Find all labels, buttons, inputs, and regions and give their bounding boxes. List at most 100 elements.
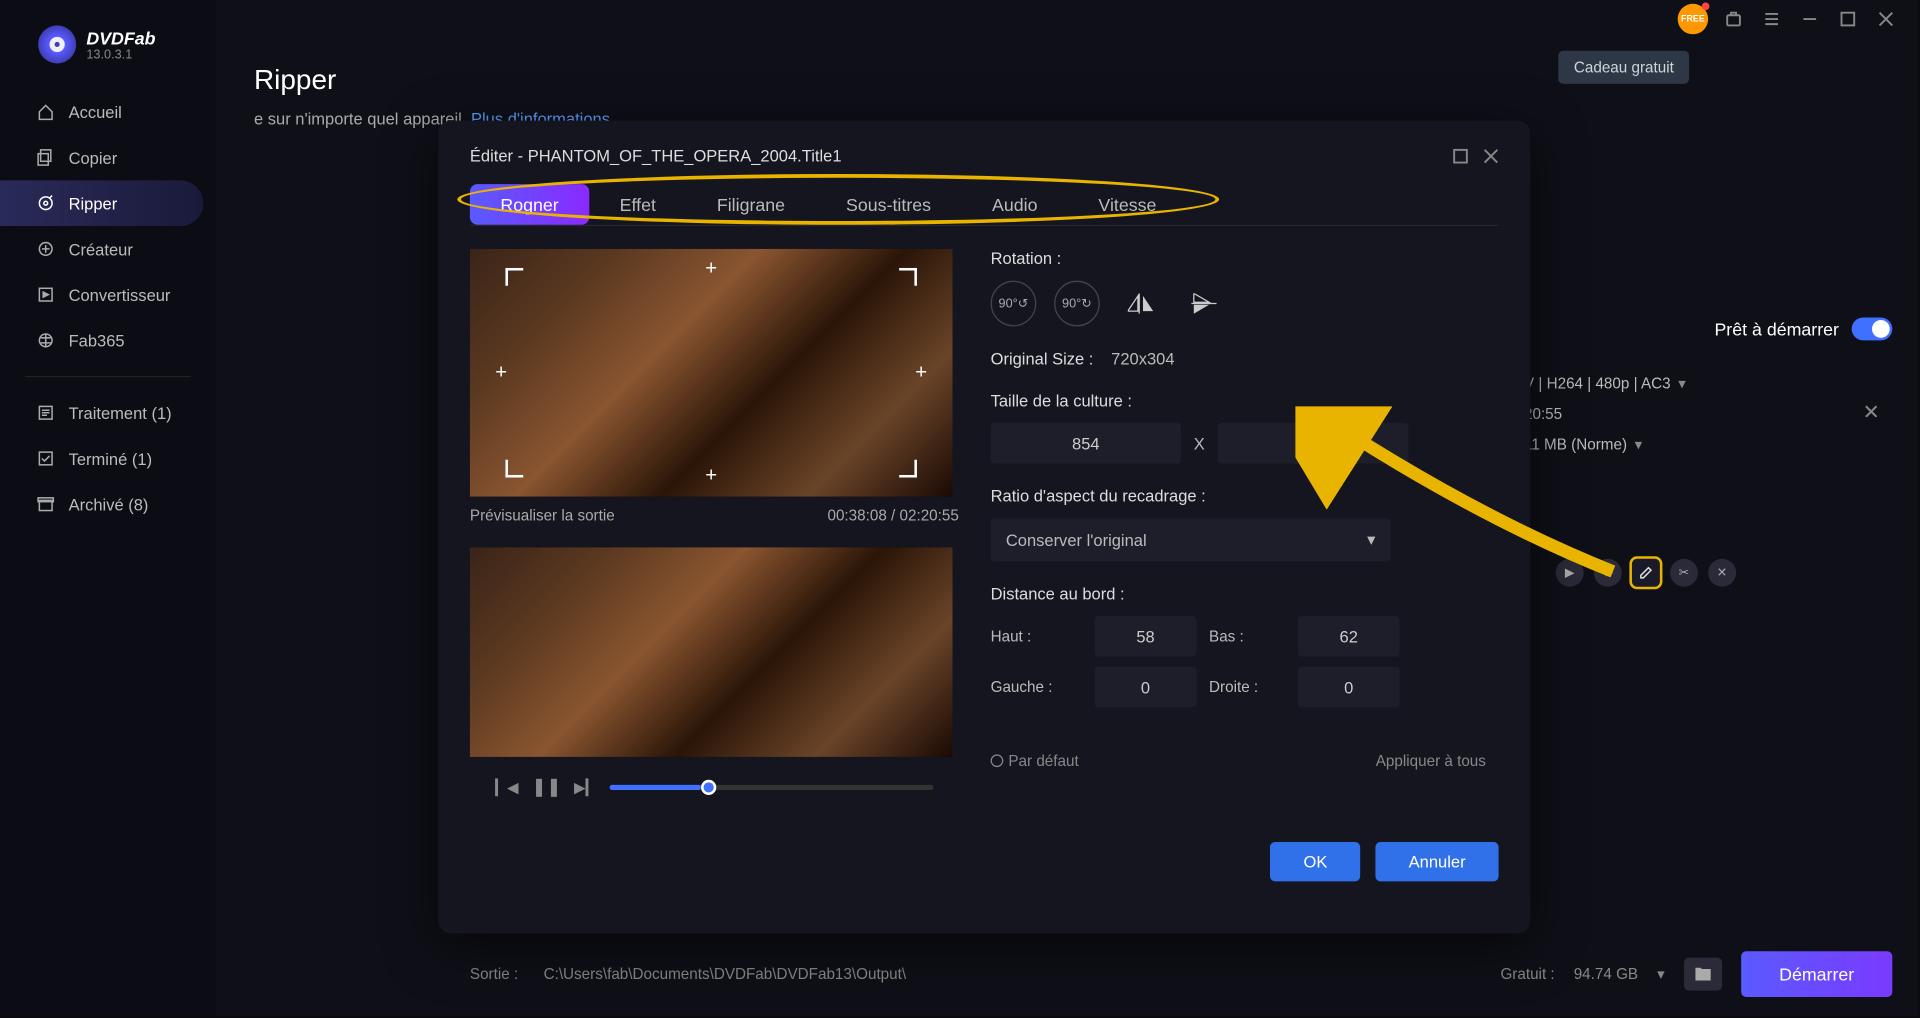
sidebar-item-convertisseur[interactable]: Convertisseur <box>0 272 216 318</box>
crop-width-input[interactable] <box>991 423 1182 464</box>
chevron-down-icon[interactable]: ▾ <box>1657 965 1665 983</box>
app-version: 13.0.3.1 <box>86 48 155 62</box>
original-size-value: 720x304 <box>1111 349 1174 368</box>
codec-info: V | H264 | 480p | AC3 ▾ <box>1524 375 1892 393</box>
sidebar-item-cr-ateur[interactable]: Créateur <box>0 226 216 272</box>
tab-effet[interactable]: Effet <box>589 184 686 225</box>
modal-title: Éditer - PHANTOM_OF_THE_OPERA_2004.Title… <box>470 146 842 165</box>
bottom-bar: Sortie : C:\Users\fab\Documents\DVDFab\D… <box>470 951 1892 997</box>
sidebar-item-traitement-1-[interactable]: Traitement (1) <box>0 390 216 436</box>
preview-with-crop[interactable]: + + + + <box>470 249 953 497</box>
aspect-ratio-value: Conserver l'original <box>1006 530 1147 549</box>
rotation-label: Rotation : <box>991 249 1486 268</box>
crop-overlay[interactable]: + + + + <box>505 268 916 478</box>
archive-icon <box>36 494 56 514</box>
sidebar-item-copier[interactable]: Copier <box>0 135 216 181</box>
edge-top-input[interactable] <box>1095 616 1197 657</box>
nav-label: Accueil <box>69 102 122 121</box>
rotate-right-icon[interactable]: 90°↻ <box>1054 281 1100 327</box>
edge-distance-label: Distance au bord : <box>991 584 1486 603</box>
nav-label: Fab365 <box>69 331 125 350</box>
ready-row: Prêt à démarrer <box>1714 318 1892 341</box>
edge-bottom-input[interactable] <box>1298 616 1400 657</box>
tab-audio[interactable]: Audio <box>962 184 1068 225</box>
free-space-label: Gratuit : <box>1500 965 1554 983</box>
trim-action-icon[interactable] <box>1594 559 1622 587</box>
sidebar-item-accueil[interactable]: Accueil <box>0 89 216 135</box>
flip-vertical-icon[interactable] <box>1181 281 1227 327</box>
edit-modal: Éditer - PHANTOM_OF_THE_OPERA_2004.Title… <box>438 121 1530 934</box>
edge-right-label: Droite : <box>1209 678 1285 696</box>
next-frame-icon[interactable]: ▶▎ <box>574 778 597 796</box>
edit-action-icon[interactable] <box>1632 559 1660 587</box>
done-icon <box>36 448 56 468</box>
default-radio[interactable]: Par défaut <box>991 752 1079 770</box>
crop-height-input[interactable] <box>1218 423 1409 464</box>
processing-icon <box>36 403 56 423</box>
creator-icon <box>36 239 56 259</box>
start-button[interactable]: Démarrer <box>1741 951 1892 997</box>
ripper-icon <box>36 193 56 213</box>
modal-close-icon[interactable] <box>1483 148 1498 163</box>
cancel-button[interactable]: Annuler <box>1376 842 1499 881</box>
chevron-down-icon[interactable]: ▾ <box>1635 436 1643 454</box>
minimize-icon[interactable] <box>1797 6 1822 31</box>
logo-icon <box>38 25 76 63</box>
seek-slider[interactable] <box>610 784 933 789</box>
sidebar-item-termin-1-[interactable]: Terminé (1) <box>0 436 216 482</box>
delete-action-icon[interactable]: ✕ <box>1708 559 1736 587</box>
duration-info: 20:55 <box>1524 405 1892 423</box>
apply-all-link[interactable]: Appliquer à tous <box>1376 752 1486 770</box>
copy-icon <box>36 147 56 167</box>
aspect-ratio-select[interactable]: Conserver l'original ▾ <box>991 518 1391 561</box>
edge-left-input[interactable] <box>1095 667 1197 708</box>
cut-action-icon[interactable]: ✂ <box>1670 559 1698 587</box>
maximize-icon[interactable] <box>1835 6 1860 31</box>
tab-sous-titres[interactable]: Sous-titres <box>816 184 962 225</box>
sidebar: DVDFab 13.0.3.1 Accueil Copier Ripper Créat… <box>0 0 216 1016</box>
remove-item-icon[interactable]: ✕ <box>1863 400 1880 425</box>
gift-tooltip: Cadeau gratuit <box>1559 51 1689 84</box>
pause-icon[interactable]: ❚❚ <box>531 776 561 798</box>
size-info: 11 MB (Norme) ▾ <box>1524 436 1892 454</box>
titlebar: FREE <box>216 0 1918 38</box>
app-logo: DVDFab 13.0.3.1 <box>0 25 216 89</box>
nav-label: Créateur <box>69 239 133 258</box>
nav-separator <box>25 376 190 377</box>
tab-rogner[interactable]: Rogner <box>470 184 589 225</box>
modal-maximize-icon[interactable] <box>1453 148 1468 163</box>
tab-filigrane[interactable]: Filigrane <box>686 184 815 225</box>
ready-toggle[interactable] <box>1852 318 1893 341</box>
edge-right-input[interactable] <box>1298 667 1400 708</box>
original-size-label: Original Size : <box>991 349 1094 368</box>
browse-folder-icon[interactable] <box>1684 958 1722 991</box>
rotate-left-icon[interactable]: 90°↺ <box>991 281 1037 327</box>
ready-label: Prêt à démarrer <box>1714 319 1839 339</box>
home-icon <box>36 102 56 122</box>
edge-bottom-label: Bas : <box>1209 627 1285 645</box>
aspect-ratio-label: Ratio d'aspect du recadrage : <box>991 486 1486 505</box>
converter-icon <box>36 284 56 304</box>
main-area: FREE Cadeau gratuit Ripper e sur n'impor… <box>216 0 1918 1016</box>
prev-frame-icon[interactable]: ▎◀ <box>495 778 518 796</box>
free-badge-icon[interactable]: FREE <box>1678 4 1708 34</box>
chevron-down-icon[interactable]: ▾ <box>1678 375 1686 393</box>
app-name: DVDFab <box>86 27 155 47</box>
flip-horizontal-icon[interactable] <box>1118 281 1164 327</box>
nav-label: Copier <box>69 148 118 167</box>
nav-label: Traitement (1) <box>69 403 172 422</box>
close-window-icon[interactable] <box>1873 6 1898 31</box>
nav-label: Convertisseur <box>69 285 171 304</box>
edge-left-label: Gauche : <box>991 678 1082 696</box>
nav-label: Archivé (8) <box>69 495 149 514</box>
tab-vitesse[interactable]: Vitesse <box>1068 184 1187 225</box>
ok-button[interactable]: OK <box>1270 842 1360 881</box>
menu-icon[interactable] <box>1759 6 1784 31</box>
sidebar-item-ripper[interactable]: Ripper <box>0 180 203 226</box>
crop-size-label: Taille de la culture : <box>991 391 1486 410</box>
edge-top-label: Haut : <box>991 627 1082 645</box>
play-action-icon[interactable]: ▶ <box>1556 559 1584 587</box>
plugin-icon[interactable] <box>1721 6 1746 31</box>
sidebar-item-fab365[interactable]: Fab365 <box>0 318 216 364</box>
sidebar-item-archiv-8-[interactable]: Archivé (8) <box>0 481 216 527</box>
